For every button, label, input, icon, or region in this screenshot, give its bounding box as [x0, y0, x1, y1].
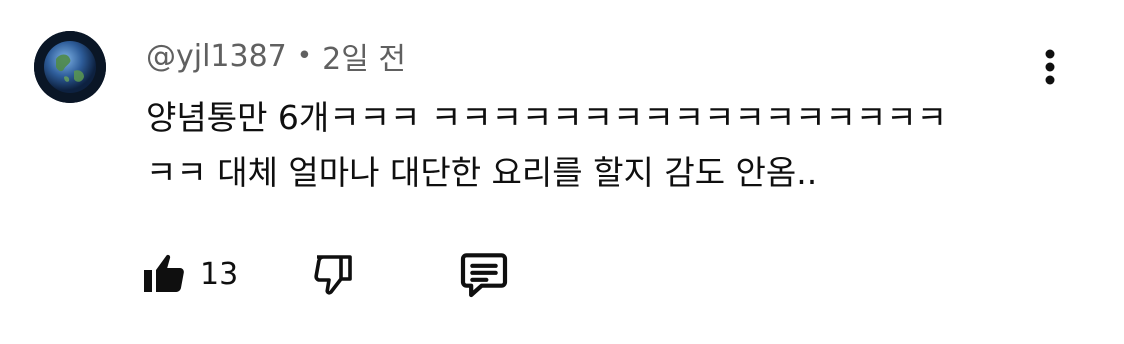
comment-meta: @yjl1387 • 2일 전 [146, 34, 406, 78]
meta-separator: • [296, 41, 313, 71]
like-button[interactable]: 13 [140, 246, 238, 302]
thumbs-down-icon [314, 255, 352, 295]
more-vertical-icon [1045, 49, 1055, 85]
thumbs-up-icon [144, 254, 184, 292]
earth-globe-icon [34, 31, 106, 103]
more-options-button[interactable] [1030, 44, 1070, 88]
comment-text-line: 양념통만 6개ㅋㅋㅋ ㅋㅋㅋㅋㅋㅋㅋㅋㅋㅋㅋㅋㅋㅋㅋㅋㅋ [146, 98, 947, 137]
dislike-button[interactable] [310, 246, 358, 302]
like-count: 13 [200, 256, 239, 292]
comment-text-line: ㅋㅋ 대체 얼마나 대단한 요리를 할지 감도 안옴.. [146, 153, 818, 192]
author-handle[interactable]: @yjl1387 [146, 39, 287, 74]
comment-timestamp[interactable]: 2일 전 [322, 34, 406, 78]
comment-actions: 13 [140, 246, 560, 302]
reply-button[interactable] [456, 246, 512, 302]
comment-reply-icon [460, 253, 508, 298]
comment-text: 양념통만 6개ㅋㅋㅋ ㅋㅋㅋㅋㅋㅋㅋㅋㅋㅋㅋㅋㅋㅋㅋㅋㅋ ㅋㅋ 대체 얼마나 대… [146, 90, 1046, 200]
avatar[interactable] [34, 31, 106, 103]
